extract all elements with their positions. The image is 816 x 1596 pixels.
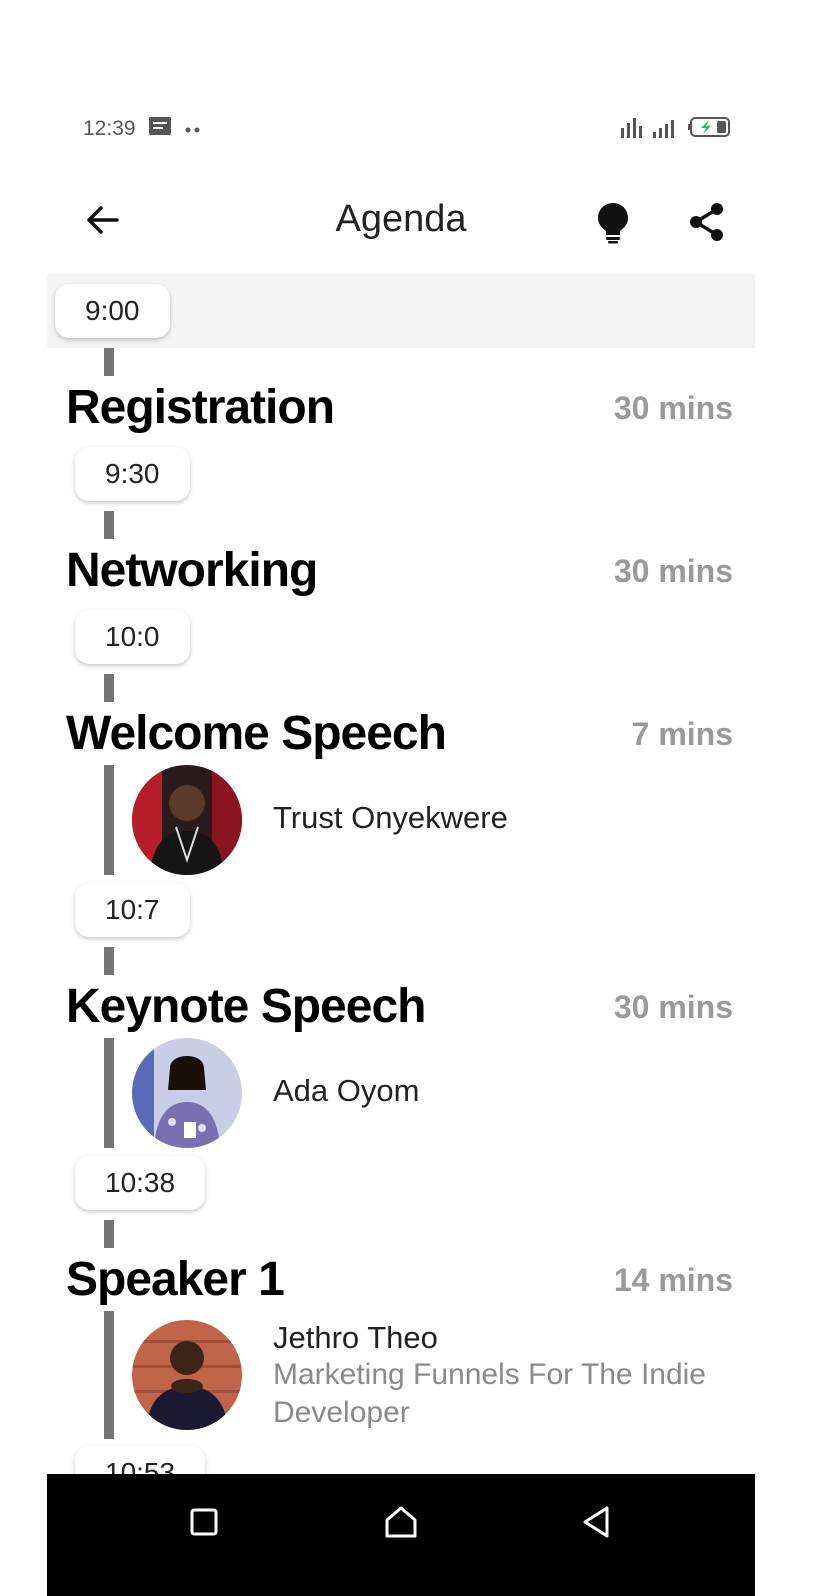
event-duration: 30 mins — [613, 989, 733, 1025]
tips-button[interactable] — [593, 200, 633, 244]
agenda-screen: 12:39 Agenda 9:00 Registration 30 mins 9… — [47, 0, 755, 1596]
share-icon — [690, 203, 723, 241]
speaker-name: Ada Oyom — [273, 1073, 420, 1108]
event-duration: 7 mins — [631, 716, 733, 752]
battery-icon — [687, 115, 733, 144]
event-title[interactable]: Networking — [66, 543, 318, 598]
nav-back-icon — [583, 1506, 609, 1538]
speaker-avatar[interactable] — [132, 1038, 242, 1148]
nav-home-icon — [385, 1506, 417, 1538]
more-dots-icon — [184, 117, 202, 141]
time-pill: 10:38 — [75, 1156, 206, 1210]
event-title[interactable]: Speaker 1 — [66, 1252, 285, 1307]
speaker-avatar[interactable] — [132, 1320, 242, 1430]
time-pill: 9:30 — [75, 447, 190, 501]
lightbulb-icon — [598, 203, 628, 244]
status-time: 12:39 — [83, 117, 136, 140]
share-button[interactable] — [687, 200, 727, 244]
speaker-avatar[interactable] — [132, 765, 242, 875]
time-pill: 9:00 — [55, 284, 170, 338]
talk-topic: Marketing Funnels For The Indie Develope… — [273, 1358, 706, 1429]
nav-recent-button[interactable] — [184, 1502, 224, 1542]
timeline-connector — [104, 1311, 114, 1439]
status-icons — [619, 114, 733, 145]
timeline-connector — [104, 1038, 114, 1148]
event-title[interactable]: Registration — [66, 380, 335, 435]
nav-home-button[interactable] — [381, 1502, 421, 1542]
timeline-connector — [104, 348, 114, 376]
timeline-connector — [104, 1220, 114, 1248]
event-duration: 30 mins — [613, 553, 733, 589]
time-pill: 10:0 — [75, 610, 190, 664]
timeline-connector — [104, 765, 114, 875]
speaker-name: Trust Onyekwere — [273, 800, 508, 835]
timeline-connector — [104, 947, 114, 975]
nav-recent-icon — [190, 1508, 218, 1536]
status-bar: 12:39 — [83, 116, 202, 142]
app-bar: Agenda — [47, 180, 755, 260]
timeline-connector — [104, 674, 114, 702]
nav-back-button[interactable] — [577, 1502, 617, 1542]
message-icon — [148, 116, 172, 142]
event-title[interactable]: Keynote Speech — [66, 979, 426, 1034]
time-pill: 10:7 — [75, 883, 190, 937]
speaker-name: Jethro Theo — [273, 1320, 438, 1355]
event-title[interactable]: Welcome Speech — [66, 706, 447, 761]
signal-icon — [619, 114, 679, 145]
page-title: Agenda — [335, 198, 467, 240]
event-duration: 30 mins — [613, 390, 733, 426]
system-nav-bar — [47, 1474, 755, 1596]
timeline-connector — [104, 511, 114, 539]
event-duration: 14 mins — [613, 1262, 733, 1298]
